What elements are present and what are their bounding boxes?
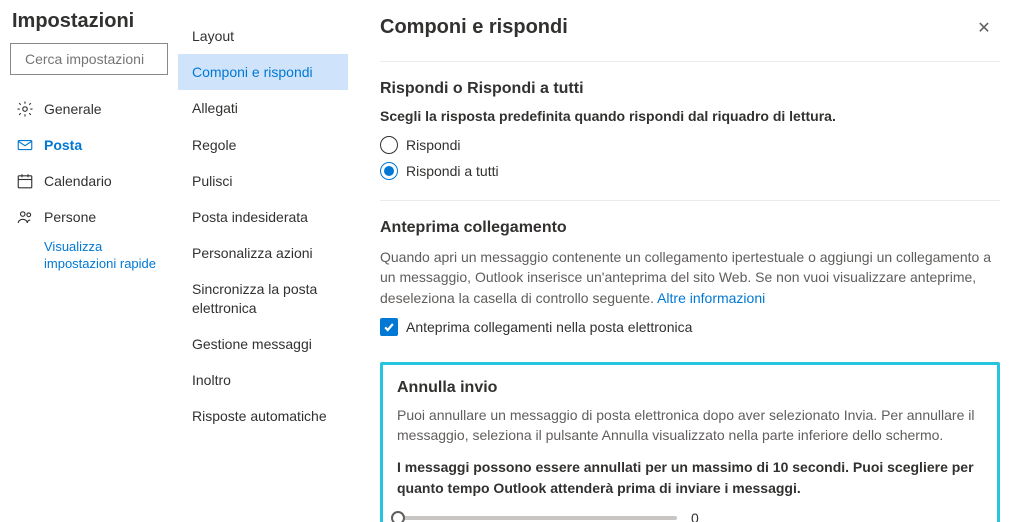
undo-heading: Annulla invio — [397, 379, 983, 397]
nav-general-label: Generale — [44, 101, 102, 117]
subnav-junk[interactable]: Posta indesiderata — [178, 199, 348, 235]
mail-icon — [16, 136, 34, 154]
reply-desc: Scegli la risposta predefinita quando ri… — [380, 108, 1000, 124]
nav-general[interactable]: Generale — [10, 91, 168, 127]
undo-p1: Puoi annullare un messaggio di posta ele… — [397, 405, 983, 446]
slider-thumb-icon — [391, 511, 405, 522]
undo-slider[interactable] — [397, 516, 677, 520]
link-preview-body: Quando apri un messaggio contenente un c… — [380, 247, 1000, 308]
undo-slider-value: 0 — [691, 510, 699, 522]
radio-reply-all[interactable]: Rispondi a tutti — [380, 162, 1000, 180]
more-info-link[interactable]: Altre informazioni — [657, 290, 765, 306]
subnav-customize[interactable]: Personalizza azioni — [178, 235, 348, 271]
section-undo-send: Annulla invio Puoi annullare un messaggi… — [380, 362, 1000, 522]
radio-reply-all-label: Rispondi a tutti — [406, 163, 499, 179]
radio-icon — [380, 136, 398, 154]
section-link-preview: Anteprima collegamento Quando apri un me… — [380, 201, 1000, 346]
subnav-sweep[interactable]: Pulisci — [178, 163, 348, 199]
nav-people[interactable]: Persone — [10, 199, 168, 235]
checkbox-checked-icon — [380, 318, 398, 336]
subnav-attachments[interactable]: Allegati — [178, 90, 348, 126]
close-button[interactable]: ✕ — [968, 18, 1000, 38]
nav-mail-label: Posta — [44, 137, 82, 153]
reply-heading: Rispondi o Rispondi a tutti — [380, 80, 1000, 98]
link-preview-checkbox[interactable]: Anteprima collegamenti nella posta elett… — [380, 318, 1000, 336]
page-title: Impostazioni — [10, 10, 168, 33]
subnav-compose[interactable]: Componi e rispondi — [178, 54, 348, 90]
nav-calendar-label: Calendario — [44, 173, 112, 189]
nav-mail[interactable]: Posta — [10, 127, 168, 163]
subnav-rules[interactable]: Regole — [178, 127, 348, 163]
radio-reply-label: Rispondi — [406, 137, 460, 153]
quick-settings-link[interactable]: Visualizza impostazioni rapide — [10, 235, 168, 277]
calendar-icon — [16, 172, 34, 190]
undo-p2: I messaggi possono essere annullati per … — [397, 457, 983, 498]
link-preview-checkbox-label: Anteprima collegamenti nella posta elett… — [406, 319, 692, 335]
section-reply: Rispondi o Rispondi a tutti Scegli la ri… — [380, 62, 1000, 190]
radio-reply[interactable]: Rispondi — [380, 136, 1000, 154]
nav-people-label: Persone — [44, 209, 96, 225]
subnav-sync[interactable]: Sincronizza la posta elettronica — [178, 271, 348, 325]
search-box[interactable] — [10, 43, 168, 75]
nav-calendar[interactable]: Calendario — [10, 163, 168, 199]
people-icon — [16, 208, 34, 226]
subnav-handling[interactable]: Gestione messaggi — [178, 326, 348, 362]
subnav-auto[interactable]: Risposte automatiche — [178, 398, 348, 434]
gear-icon — [16, 100, 34, 118]
radio-icon-checked — [380, 162, 398, 180]
subnav-layout[interactable]: Layout — [178, 18, 348, 54]
content-title: Componi e rispondi — [380, 16, 568, 39]
link-preview-heading: Anteprima collegamento — [380, 219, 1000, 237]
subnav-forwarding[interactable]: Inoltro — [178, 362, 348, 398]
